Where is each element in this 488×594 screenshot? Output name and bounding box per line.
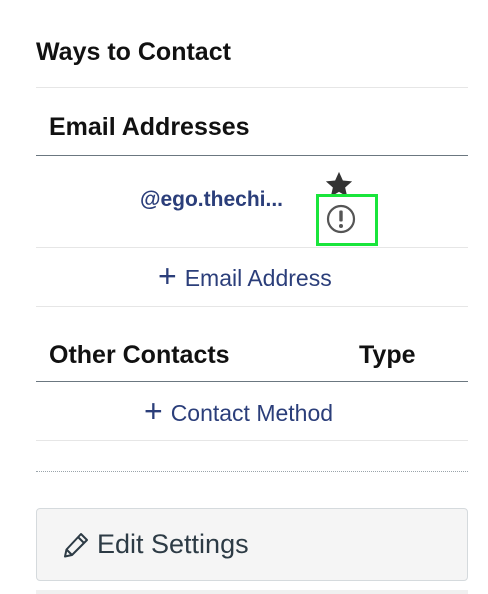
- add-contact-method-label: Contact Method: [170, 399, 334, 426]
- alert-circle-icon[interactable]: [325, 203, 357, 235]
- add-contact-method-link[interactable]: + Contact Method: [144, 393, 334, 429]
- email-address[interactable]: @ego.thechi...: [140, 188, 283, 212]
- divider: [36, 381, 468, 382]
- divider: [36, 306, 468, 307]
- edit-settings-button[interactable]: Edit Settings: [36, 508, 468, 581]
- add-email-label: Email Address: [184, 264, 332, 291]
- type-column-heading: Type: [359, 341, 416, 369]
- email-section-heading: Email Addresses: [49, 113, 250, 141]
- divider: [36, 87, 468, 88]
- page-title: Ways to Contact: [36, 38, 231, 66]
- plus-icon: +: [158, 258, 177, 294]
- email-row: @ego.thechi...: [36, 156, 468, 247]
- dotted-divider: [36, 471, 468, 472]
- divider: [36, 247, 468, 248]
- edit-settings-label: Edit Settings: [97, 529, 249, 559]
- divider: [36, 440, 468, 441]
- next-section-edge: [36, 590, 468, 594]
- add-email-link[interactable]: + Email Address: [158, 258, 332, 294]
- alert-highlight: [316, 194, 378, 246]
- plus-icon: +: [144, 393, 163, 429]
- contact-panel: Ways to Contact Email Addresses @ego.the…: [36, 0, 468, 594]
- pencil-icon: [64, 532, 88, 557]
- other-contacts-heading: Other Contacts: [49, 341, 230, 369]
